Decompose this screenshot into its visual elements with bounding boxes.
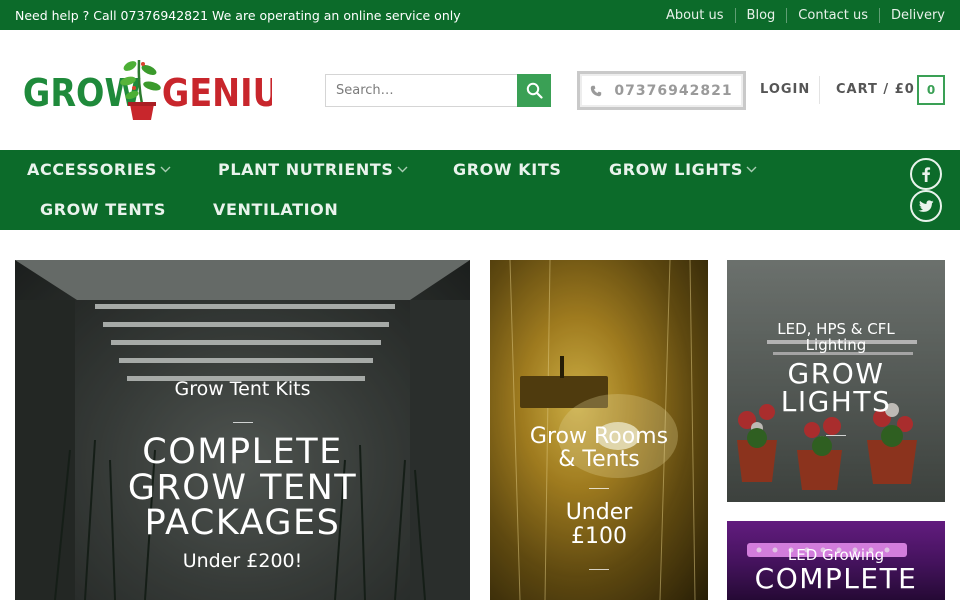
banner-separator xyxy=(589,487,609,489)
chevron-down-icon xyxy=(397,166,408,173)
banner-separator xyxy=(826,434,846,436)
phone-icon xyxy=(590,85,602,97)
banner-subtitle: LED, HPS & CFL Lighting xyxy=(777,320,895,354)
banner-separator xyxy=(589,569,609,571)
banner-text: Grow Rooms & Tents Under £100 xyxy=(490,424,708,571)
nav-item-label: ACCESSORIES xyxy=(27,160,158,179)
banner-grow-tent-kits[interactable]: Grow Tent Kits COMPLETE GROW TENT PACKAG… xyxy=(15,260,470,600)
nav-item-plant-nutrients[interactable]: PLANT NUTRIENTS xyxy=(218,160,408,179)
banner-title: GROW LIGHTS xyxy=(780,356,892,419)
banner-title: Grow Rooms & Tents xyxy=(529,424,669,472)
logo-text-genius: GENIUS xyxy=(162,72,272,116)
nav-item-grow-tents[interactable]: GROW TENTS xyxy=(40,200,166,219)
header-divider xyxy=(819,76,820,104)
logo-graphic: GROW GENIUS xyxy=(23,59,304,120)
twitter-icon xyxy=(918,199,934,212)
delivery-link[interactable]: Delivery xyxy=(879,7,945,23)
banner-text: LED, HPS & CFL Lighting GROW LIGHTS xyxy=(727,320,945,436)
phone-number: 07376942821 xyxy=(614,82,733,99)
login-link[interactable]: LOGIN xyxy=(760,82,810,97)
help-text: Need help ? Call 07376942821 We are oper… xyxy=(15,7,461,23)
cart-link[interactable]: CART / £0 xyxy=(836,82,915,97)
search-form xyxy=(325,74,551,107)
nav-item-label: GROW KITS xyxy=(453,160,562,179)
twitter-link[interactable] xyxy=(910,190,942,222)
banner-title: COMPLETE xyxy=(754,561,918,595)
nav-item-grow-lights[interactable]: GROW LIGHTS xyxy=(609,160,757,179)
search-input[interactable] xyxy=(325,74,517,107)
banner-subtitle: Grow Tent Kits xyxy=(174,378,311,400)
grow-genius-logo[interactable]: GROW GENIUS xyxy=(22,54,304,126)
search-icon xyxy=(526,82,543,99)
nav-item-accessories[interactable]: ACCESSORIES xyxy=(27,160,171,179)
banner-tagline: Under £100 xyxy=(565,499,633,549)
nav-item-ventilation[interactable]: VENTILATION xyxy=(213,200,338,219)
banner-grow-rooms-tents[interactable]: Grow Rooms & Tents Under £100 xyxy=(490,260,708,600)
banner-led-growing[interactable]: LED Growing COMPLETE xyxy=(727,521,945,600)
nav-item-label: GROW TENTS xyxy=(40,200,166,219)
search-button[interactable] xyxy=(517,74,551,107)
phone-button[interactable]: 07376942821 xyxy=(577,71,746,110)
banner-text: Grow Tent Kits COMPLETE GROW TENT PACKAG… xyxy=(15,378,470,600)
chevron-down-icon xyxy=(746,166,757,173)
cart-count-badge[interactable]: 0 xyxy=(917,75,945,105)
top-bar: Need help ? Call 07376942821 We are oper… xyxy=(0,0,960,30)
banner-text: LED Growing COMPLETE xyxy=(727,547,945,595)
banner-separator xyxy=(232,422,253,423)
nav-item-label: PLANT NUTRIENTS xyxy=(218,160,394,179)
banner-title: COMPLETE GROW TENT PACKAGES xyxy=(127,432,358,544)
nav-item-label: VENTILATION xyxy=(213,200,339,219)
site-header: GROW GENIUS xyxy=(0,30,960,150)
banner-grow-lights[interactable]: LED, HPS & CFL Lighting GROW LIGHTS xyxy=(727,260,945,502)
top-links: About us Blog Contact us Delivery xyxy=(666,7,945,23)
nav-item-grow-kits[interactable]: GROW KITS xyxy=(453,160,561,179)
facebook-icon xyxy=(922,167,931,182)
about-us-link[interactable]: About us xyxy=(666,8,735,23)
blog-link[interactable]: Blog xyxy=(734,7,787,23)
contact-us-link[interactable]: Contact us xyxy=(786,7,879,23)
facebook-link[interactable] xyxy=(910,158,942,190)
nav-item-label: GROW LIGHTS xyxy=(609,160,743,179)
chevron-down-icon xyxy=(160,166,171,173)
main-navigation: ACCESSORIES PLANT NUTRIENTS GROW KITS GR… xyxy=(0,150,960,230)
banner-tagline: Under £200! xyxy=(182,550,303,573)
